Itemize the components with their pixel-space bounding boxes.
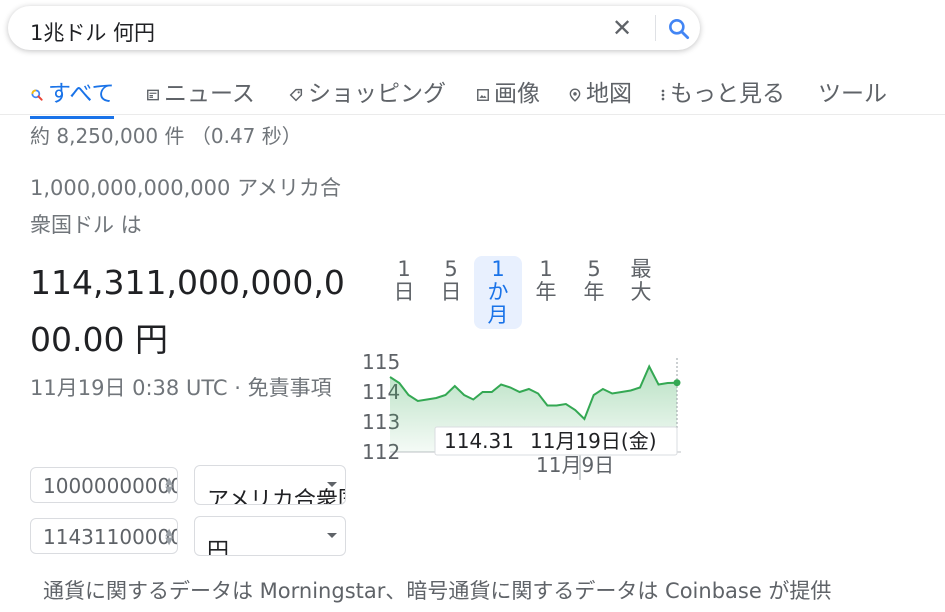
chart-tooltip-date: 11月19日(金) [530,429,657,453]
range-label: 1 [539,257,553,281]
chart-endpoint [673,379,681,387]
data-source-note: 通貨に関するデータは Morningstar、暗号通貨に関するデータは Coin… [43,579,832,603]
search-divider [655,15,656,41]
amount-to-input[interactable]: 114311000000000 ▲▼ [30,518,178,554]
conversion-timestamp[interactable]: 11月19日 0:38 UTC · 免責事項 [30,370,350,407]
chart-tooltip-value: 114.31 [444,429,514,453]
result-stats: 約 8,250,000 件 （0.47 秒） [30,124,302,148]
stepper-icon[interactable]: ▲ ▼ [165,477,173,496]
range-1-year[interactable]: 1 年 [522,256,570,306]
range-label: 日 [440,280,462,304]
tab-news[interactable]: ニュース [146,74,255,114]
range-max[interactable]: 最 大 [617,256,665,306]
amount-from-input[interactable]: 1000000000000 ▲▼ [30,467,178,503]
search-box[interactable]: 1兆ドル 何円 ✕ [8,6,700,50]
tab-label: ショッピング [308,81,446,107]
range-label: 年 [583,280,605,304]
tab-label: すべて [48,81,115,107]
range-label: 1 [491,257,505,281]
tab-label: ツール [818,81,887,107]
tab-all[interactable]: すべて [30,74,115,119]
x-tick-label: 11月9日 [536,453,614,477]
search-icon [31,88,43,101]
tab-more[interactable]: もっと見る [660,74,785,114]
range-label: 1 [397,257,411,281]
tag-icon [289,88,303,101]
conversion-result: 114,311,000,000,000.00 円 [30,263,345,359]
range-label: 年 [535,280,557,304]
currency-from-select[interactable]: アメリカ合衆国ドル [194,465,346,505]
range-label: 大 [630,280,652,304]
search-tabs: すべて ニュース ショッピング 画像 地図 もっと見る ツール [0,74,945,119]
more-vert-icon [661,89,665,100]
exchange-rate-chart[interactable]: 11511411311211月9日114.31 11月19日(金) [360,345,690,485]
search-input[interactable]: 1兆ドル 何円 [30,17,155,47]
chevron-down-icon [327,533,337,538]
currency-from-value: アメリカ合衆国ドル [207,488,345,505]
chevron-down-icon [327,482,337,487]
clear-icon[interactable]: ✕ [610,16,634,40]
stepper-icon[interactable]: ▲ ▼ [165,528,173,547]
range-5-year[interactable]: 5 年 [570,256,618,306]
map-pin-icon [569,87,581,102]
tab-label: ニュース [164,81,255,107]
image-icon [477,88,489,101]
search-icon[interactable] [666,16,692,42]
tab-images[interactable]: 画像 [476,74,540,114]
range-label: か [487,280,509,304]
conversion-source-text: 1,000,000,000,000 アメリカ合衆国ドル は [30,176,342,237]
tab-shopping[interactable]: ショッピング [288,74,446,114]
amount-to-value: 114311000000000 [43,525,178,549]
range-5-day[interactable]: 5 日 [427,256,475,306]
range-1-month[interactable]: 1 か 月 [474,256,522,329]
currency-to-value: 円 [207,539,230,556]
tab-tools[interactable]: ツール [818,74,887,114]
range-1-day[interactable]: 1 日 [380,256,428,306]
range-label: 5 [587,257,601,281]
tab-label: 画像 [494,81,540,107]
news-icon [147,89,159,100]
amount-from-value: 1000000000000 [43,474,177,498]
currency-to-select[interactable]: 円 [194,516,346,556]
y-tick-label: 115 [362,350,400,374]
tab-label: 地図 [586,81,632,107]
range-label: 最 [630,257,652,281]
range-label: 日 [393,280,415,304]
range-label: 5 [444,257,458,281]
range-label: 月 [487,303,509,327]
tab-maps[interactable]: 地図 [568,74,632,114]
tab-label: もっと見る [670,81,785,107]
